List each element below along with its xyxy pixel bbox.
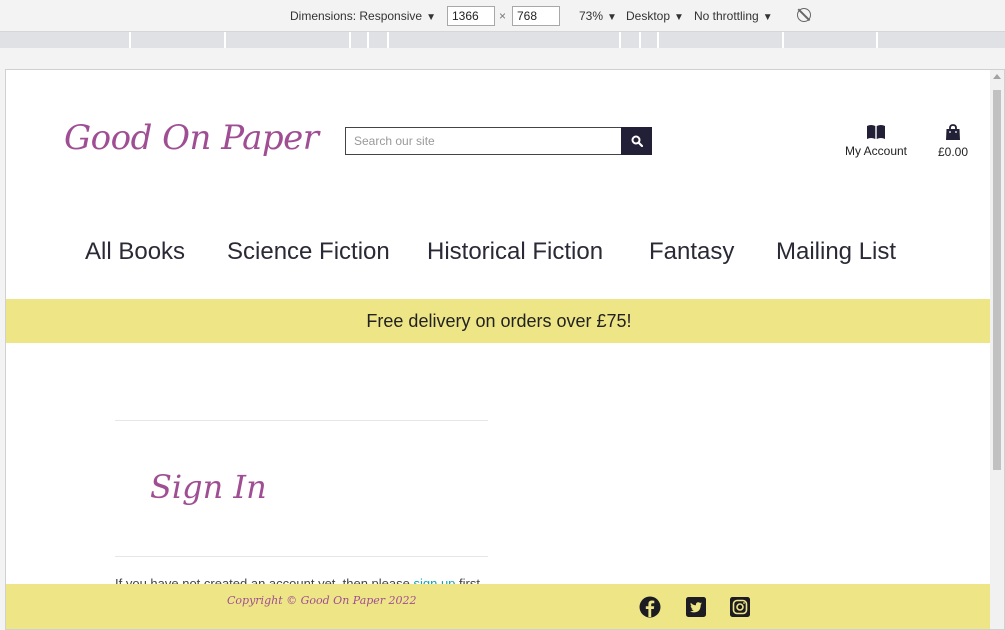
nav-item-all-books[interactable]: All Books: [85, 238, 185, 266]
chevron-down-icon: ▼: [674, 12, 684, 23]
chevron-down-icon: ▼: [426, 12, 436, 23]
nav-item-science-fiction[interactable]: Science Fiction: [227, 238, 390, 266]
scrollbar-thumb[interactable]: [993, 90, 1001, 470]
device-dropdown[interactable]: Desktop ▼: [626, 9, 684, 23]
page-scrollbar[interactable]: [990, 70, 1004, 629]
my-account-link[interactable]: My Account: [844, 124, 908, 158]
media-query-marker: [639, 32, 641, 48]
cart-total: £0.00: [937, 145, 969, 159]
search-input[interactable]: [345, 127, 621, 155]
dimension-separator: ×: [499, 9, 507, 23]
twitter-icon[interactable]: [685, 596, 707, 618]
devtools-toolbar: Dimensions: Responsive ▼ 1366 × 768 73% ▼ …: [0, 0, 1005, 32]
instagram-icon[interactable]: [729, 596, 751, 618]
zoom-label: 73%: [579, 9, 604, 23]
cart-link[interactable]: £0.00: [934, 124, 972, 159]
site-logo[interactable]: Good On Paper: [64, 118, 319, 158]
media-query-bar[interactable]: [0, 32, 1005, 48]
search-icon: [631, 135, 643, 147]
delivery-banner: Free delivery on orders over £75!: [6, 299, 992, 343]
throttling-dropdown[interactable]: No throttling ▼: [694, 9, 773, 23]
nav-item-mailing-list[interactable]: Mailing List: [776, 238, 896, 266]
height-input[interactable]: 768: [512, 6, 560, 26]
my-account-label: My Account: [844, 144, 908, 158]
page-viewport: Good On Paper My Account £0.00 All Books…: [5, 69, 1005, 630]
media-query-marker: [782, 32, 784, 48]
book-icon: [867, 125, 885, 139]
nav-item-fantasy[interactable]: Fantasy: [649, 238, 734, 266]
main-nav: All Books Science Fiction Historical Fic…: [6, 238, 992, 272]
search-bar: [345, 127, 652, 155]
rotate-icon[interactable]: [797, 8, 811, 22]
footer: Copyright © Good On Paper 2022: [6, 584, 992, 629]
page-title: Sign In: [150, 468, 267, 506]
dimensions-label: Dimensions: Responsive: [290, 9, 423, 23]
divider: [115, 556, 488, 557]
scroll-up-arrow-icon[interactable]: [993, 74, 1001, 79]
facebook-icon[interactable]: [639, 596, 661, 618]
media-query-marker: [387, 32, 389, 48]
dimensions-dropdown[interactable]: Dimensions: Responsive ▼: [290, 9, 436, 23]
device-label: Desktop: [626, 9, 671, 23]
media-query-marker: [224, 32, 226, 48]
shopping-bag-icon: [946, 124, 960, 140]
chevron-down-icon: ▼: [762, 12, 773, 23]
throttling-label: No throttling: [694, 9, 759, 23]
media-query-marker: [129, 32, 131, 48]
media-query-marker: [876, 32, 878, 48]
media-query-marker: [619, 32, 621, 48]
media-query-marker: [349, 32, 351, 48]
width-input[interactable]: 1366: [447, 6, 495, 26]
search-button[interactable]: [621, 127, 652, 155]
divider: [115, 420, 488, 421]
media-query-marker: [367, 32, 369, 48]
zoom-dropdown[interactable]: 73% ▼: [579, 9, 617, 23]
copyright-text: Copyright © Good On Paper 2022: [227, 594, 417, 607]
nav-item-historical-fiction[interactable]: Historical Fiction: [427, 238, 603, 266]
media-query-marker: [657, 32, 659, 48]
chevron-down-icon: ▼: [607, 12, 617, 23]
